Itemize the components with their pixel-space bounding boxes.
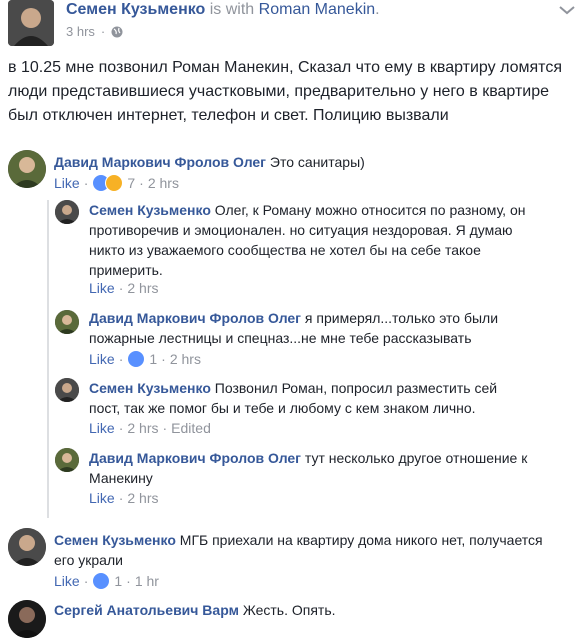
post-timestamp[interactable]: 3 hrs [66, 24, 95, 39]
post-header-line: Семен Кузьменко is with Roman Manekin. [66, 1, 380, 19]
comment-avatar[interactable] [8, 150, 46, 188]
comment-author[interactable]: Давид Маркович Фролов Олег [54, 154, 266, 170]
with-text: is with [209, 1, 255, 18]
comment-text: Жесть. Опять. [242, 602, 336, 618]
tagged-person-name[interactable]: Roman Manekin [259, 1, 376, 18]
separator-dot: · [83, 175, 89, 191]
reply-actions: Like · 2 hrs · Edited [89, 420, 211, 436]
reply-timestamp[interactable]: 2 hrs [127, 490, 158, 506]
reaction-summary[interactable]: 7 [92, 174, 135, 192]
reply: Семен Кузьменко Олег, к Роману можно отн… [89, 200, 529, 280]
reply-actions: Like · 1 · 2 hrs [89, 350, 201, 368]
reply-author[interactable]: Давид Маркович Фролов Олег [89, 450, 301, 466]
reaction-count: 7 [127, 175, 136, 191]
reply-author[interactable]: Семен Кузьменко [89, 380, 211, 396]
comment-timestamp[interactable]: 1 hr [135, 573, 159, 589]
reaction-count: 1 [149, 351, 158, 367]
reply-actions: Like · 2 hrs [89, 490, 158, 506]
reply-avatar[interactable] [55, 448, 79, 472]
meta-dot: · [100, 24, 106, 39]
reaction-count: 1 [114, 573, 123, 589]
reply-timestamp[interactable]: 2 hrs [127, 280, 158, 296]
separator-dot: · [118, 490, 124, 506]
post-author-avatar[interactable] [8, 0, 54, 46]
comment-author[interactable]: Семен Кузьменко [54, 532, 176, 548]
like-button[interactable]: Like [89, 420, 115, 436]
comment: Семен Кузьменко МГБ приехали на квартиру… [54, 530, 564, 570]
post-author-name[interactable]: Семен Кузьменко [66, 1, 205, 18]
like-button[interactable]: Like [89, 280, 115, 296]
reply-thread-line [47, 200, 49, 518]
reply-author[interactable]: Давид Маркович Фролов Олег [89, 310, 301, 326]
separator-dot: · [118, 420, 124, 436]
separator-dot: · [161, 351, 166, 367]
comment-timestamp[interactable]: 2 hrs [148, 175, 179, 191]
like-button[interactable]: Like [54, 175, 80, 191]
reply-author[interactable]: Семен Кузьменко [89, 202, 211, 218]
reply-timestamp[interactable]: 2 hrs [127, 420, 158, 436]
comment: Давид Маркович Фролов Олег Это санитары) [54, 152, 574, 172]
reply: Давид Маркович Фролов Олег я примерял...… [89, 308, 529, 348]
like-reaction-icon [127, 350, 146, 368]
comment-actions: Like · 1 · 1 hr [54, 572, 159, 590]
reply-avatar[interactable] [55, 200, 79, 224]
reaction-summary[interactable]: 1 [127, 350, 157, 368]
separator-dot: · [162, 420, 168, 436]
like-button[interactable]: Like [54, 573, 80, 589]
reply-timestamp[interactable]: 2 hrs [170, 351, 201, 367]
reply-actions: Like · 2 hrs [89, 280, 158, 296]
more-options-icon[interactable] [558, 2, 576, 15]
reply: Семен Кузьменко Позвонил Роман, попросил… [89, 378, 529, 418]
reaction-summary[interactable]: 1 [92, 572, 122, 590]
separator-dot: · [118, 351, 124, 367]
header-period: . [375, 1, 380, 18]
comment-avatar[interactable] [8, 600, 46, 638]
like-reaction-icon [92, 572, 111, 590]
haha-reaction-icon [105, 174, 124, 192]
post-body: в 10.25 мне позвонил Роман Манекин, Сказ… [8, 59, 562, 124]
like-button[interactable]: Like [89, 490, 115, 506]
like-button[interactable]: Like [89, 351, 115, 367]
separator-dot: · [83, 573, 89, 589]
separator-dot: · [118, 280, 124, 296]
globe-icon [111, 26, 123, 38]
post-meta: 3 hrs · [66, 24, 123, 39]
comment-text: Это санитары) [269, 154, 365, 170]
comment: Сергей Анатольевич Варм Жесть. Опять. [54, 600, 564, 620]
reply: Давид Маркович Фролов Олег тут несколько… [89, 448, 529, 488]
comment-avatar[interactable] [8, 528, 46, 566]
comment-actions: Like · 7 · 2 hrs [54, 174, 179, 192]
reply-avatar[interactable] [55, 310, 79, 334]
comment-author[interactable]: Сергей Анатольевич Варм [54, 602, 239, 618]
edited-label[interactable]: Edited [171, 420, 211, 436]
separator-dot: · [139, 175, 144, 191]
separator-dot: · [126, 573, 131, 589]
reply-avatar[interactable] [55, 378, 79, 402]
